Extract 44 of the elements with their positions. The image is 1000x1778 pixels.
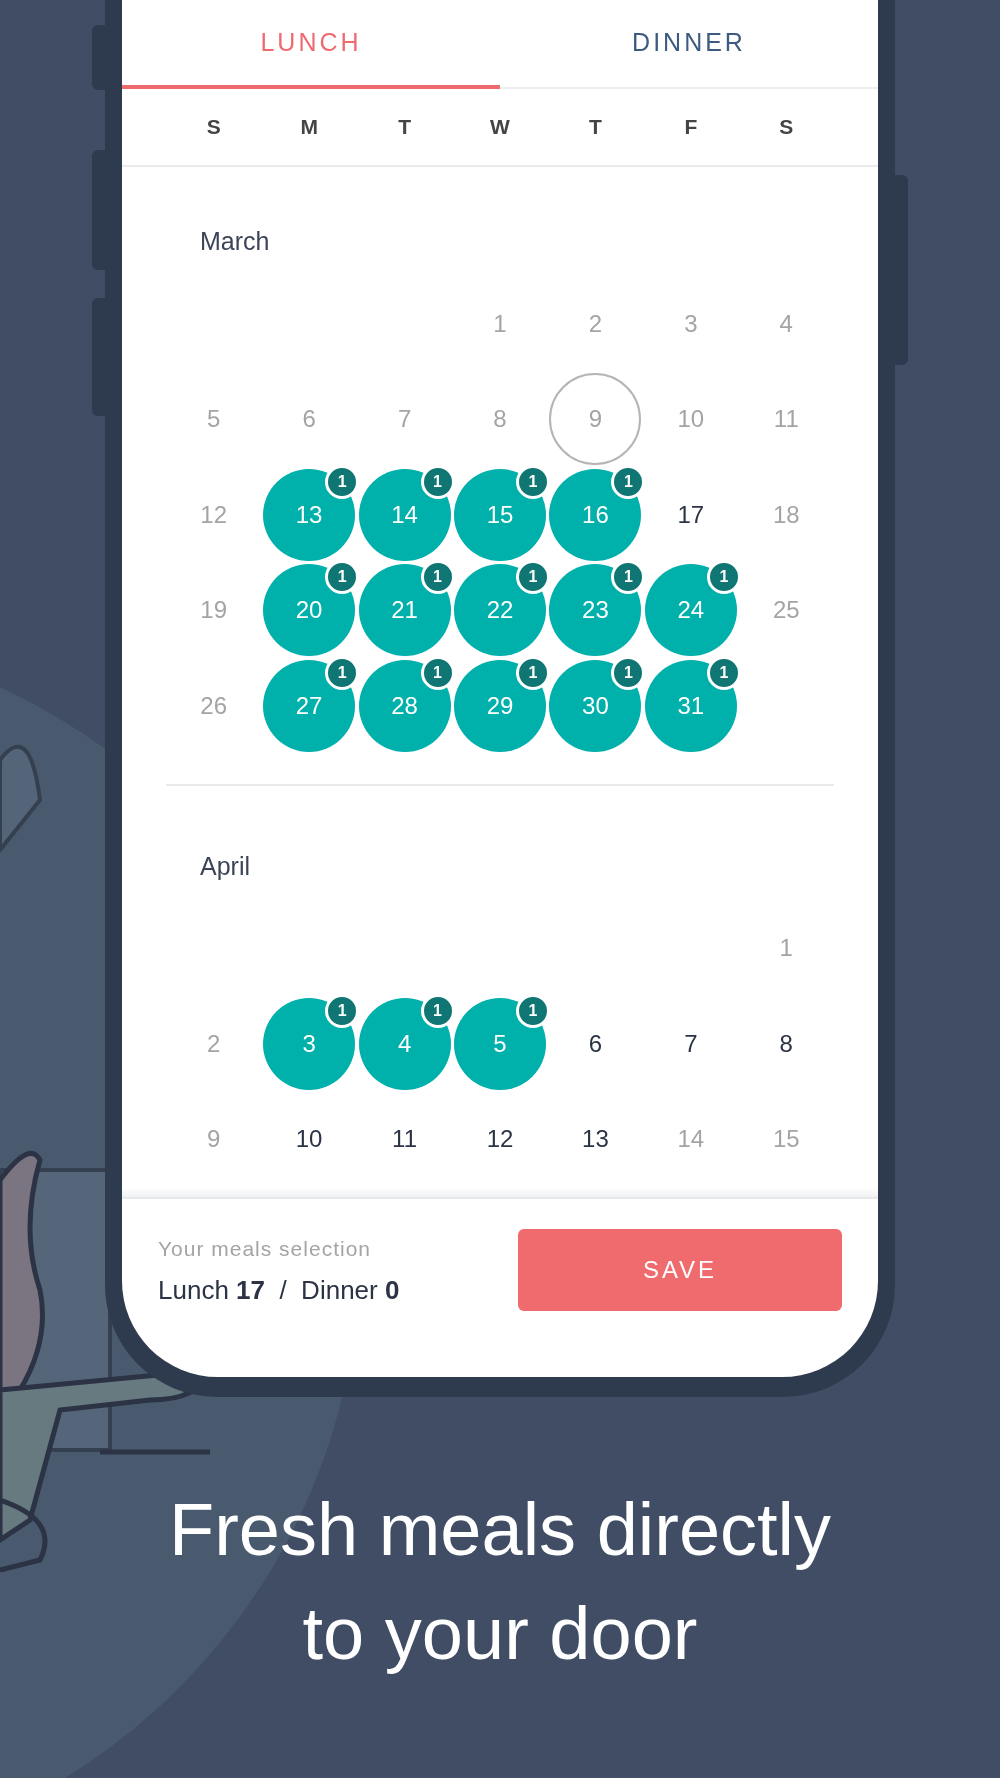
weekday-label: T <box>588 115 603 139</box>
calendar-day[interactable]: 4 1 <box>358 997 451 1090</box>
calendar-day[interactable]: 13 1 <box>263 468 356 561</box>
save-button[interactable]: SAVE <box>518 1229 842 1311</box>
calendar-day[interactable]: 12 <box>454 1093 546 1186</box>
calendar-day[interactable]: 27 1 <box>263 659 356 752</box>
weekday-label: T <box>397 115 412 139</box>
tagline: to your door <box>301 1591 699 1677</box>
calendar-day[interactable]: 22 1 <box>454 564 546 657</box>
selection-summary: Lunch 17 / Dinner 0 <box>158 1275 400 1306</box>
calendar-day[interactable]: 23 1 <box>549 564 642 657</box>
weekday-label: M <box>299 115 319 139</box>
calendar-day[interactable]: 21 1 <box>358 564 451 657</box>
calendar-day[interactable]: 10 <box>263 1093 356 1186</box>
month-title: April <box>199 850 250 882</box>
weekday-label: S <box>205 115 222 139</box>
calendar-day[interactable]: 3 1 <box>263 997 356 1090</box>
calendar-day[interactable]: 13 <box>549 1093 642 1186</box>
calendar-day[interactable]: 7 <box>644 997 737 1090</box>
calendar-day[interactable]: 24 1 <box>644 564 737 657</box>
calendar-day[interactable]: 8 <box>740 997 833 1090</box>
calendar-day[interactable]: 6 <box>549 997 642 1090</box>
calendar-day[interactable]: 31 1 <box>644 659 737 752</box>
weekday-label: W <box>489 115 511 139</box>
meal-tab[interactable]: LUNCH <box>122 0 500 89</box>
weekday-label: S <box>778 115 795 139</box>
tagline: Fresh meals directly <box>167 1487 833 1573</box>
selection-label: Your meals selection <box>158 1237 372 1261</box>
calendar-day[interactable]: 11 <box>358 1093 451 1186</box>
calendar-day[interactable]: 5 1 <box>454 997 546 1090</box>
calendar-day[interactable]: 29 1 <box>454 659 546 752</box>
calendar-day[interactable]: 30 1 <box>549 659 642 752</box>
meal-count-badge: 1 <box>706 560 741 595</box>
calendar-day[interactable]: 20 1 <box>263 564 356 657</box>
meal-tab[interactable]: DINNER <box>500 0 878 89</box>
meal-count-badge: 1 <box>516 560 550 595</box>
calendar-day[interactable]: 16 1 <box>549 468 642 561</box>
calendar-day[interactable]: 15 1 <box>454 468 546 561</box>
calendar-day[interactable]: 28 1 <box>358 659 451 752</box>
weekday-label: F <box>683 115 699 139</box>
meal-count-badge: 1 <box>420 560 455 595</box>
month-title: March <box>199 226 270 257</box>
calendar-day[interactable]: 14 1 <box>358 468 451 561</box>
calendar-day[interactable]: 17 <box>644 468 737 561</box>
